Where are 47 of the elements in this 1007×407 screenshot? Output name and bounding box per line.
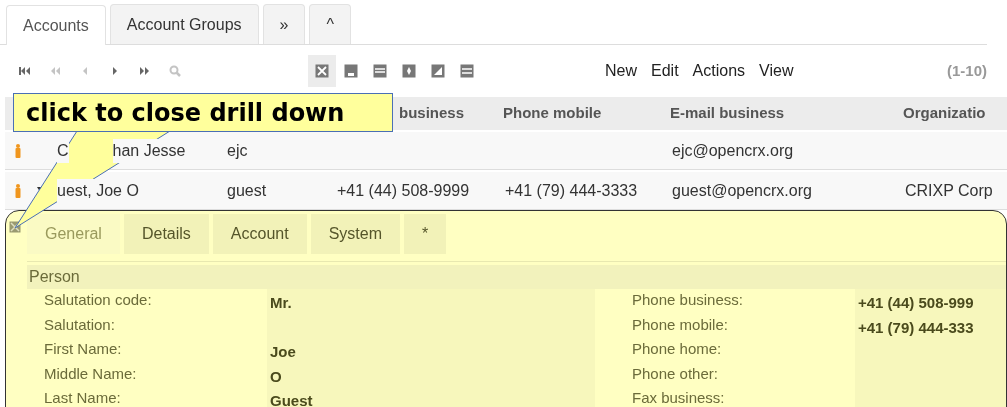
field-label: Salutation: xyxy=(44,314,116,335)
field-value: O xyxy=(270,366,283,387)
menu-item[interactable]: Edit xyxy=(651,59,679,83)
section-header: Person xyxy=(27,265,1006,289)
field-label: Phone home: xyxy=(632,339,723,359)
field-value: Guest xyxy=(270,391,314,407)
tab[interactable]: » xyxy=(262,4,306,44)
column-header: Organizatio xyxy=(903,103,987,124)
crossed-square-icon[interactable] xyxy=(308,55,336,87)
table-cell-text: +41 (44) 508-9999 xyxy=(336,180,471,201)
field-label: Last Name: xyxy=(44,388,122,407)
detail-tab[interactable]: System xyxy=(310,214,400,254)
table-cell-text: ejc xyxy=(226,140,249,161)
person-icon xyxy=(15,183,21,198)
column-header: Phone mobile xyxy=(503,103,603,124)
person-icon xyxy=(15,143,21,158)
detail-tab[interactable]: * xyxy=(404,214,447,254)
table-cell-text: guest@opencrx.org xyxy=(671,180,813,201)
column-header: E-mail business xyxy=(670,103,786,124)
table-cell-text: guest xyxy=(226,180,268,201)
detail-tab[interactable]: Details xyxy=(123,214,209,254)
table-cell-text: +41 (79) 444-3333 xyxy=(504,180,639,201)
column-header: business xyxy=(398,103,466,124)
account-name: uest, Joe O xyxy=(57,178,139,203)
field-label: Salutation code: xyxy=(44,290,153,310)
callout-tooltip: click to close drill down xyxy=(13,93,393,132)
field-label: First Name: xyxy=(44,339,123,359)
record-range: (1-10) xyxy=(947,60,987,81)
field-value: +41 (79) 444-333 xyxy=(858,317,975,338)
table-cell-text: CRIXP Corp xyxy=(904,180,994,201)
menu-item[interactable]: Actions xyxy=(692,59,746,83)
tab[interactable]: Account Groups xyxy=(109,4,259,44)
field-label: Fax business: xyxy=(632,388,726,407)
menu-item[interactable]: New xyxy=(605,59,637,83)
tab[interactable]: ^ xyxy=(309,4,351,44)
field-label: Phone other: xyxy=(632,363,719,384)
menu-item[interactable]: View xyxy=(759,59,794,83)
field-value: Mr. xyxy=(270,293,293,313)
field-label: Phone business: xyxy=(632,290,744,310)
field-label: Phone mobile: xyxy=(632,314,729,335)
tab[interactable]: Accounts xyxy=(6,5,106,45)
field-value: Joe xyxy=(270,342,297,362)
table-cell-text: ejc@opencrx.org xyxy=(671,140,795,161)
field-label: Middle Name: xyxy=(44,363,138,384)
detail-tab[interactable]: Account xyxy=(212,214,307,254)
account-name: han Jesse xyxy=(112,138,186,163)
field-value: +41 (44) 508-999 xyxy=(858,293,975,313)
